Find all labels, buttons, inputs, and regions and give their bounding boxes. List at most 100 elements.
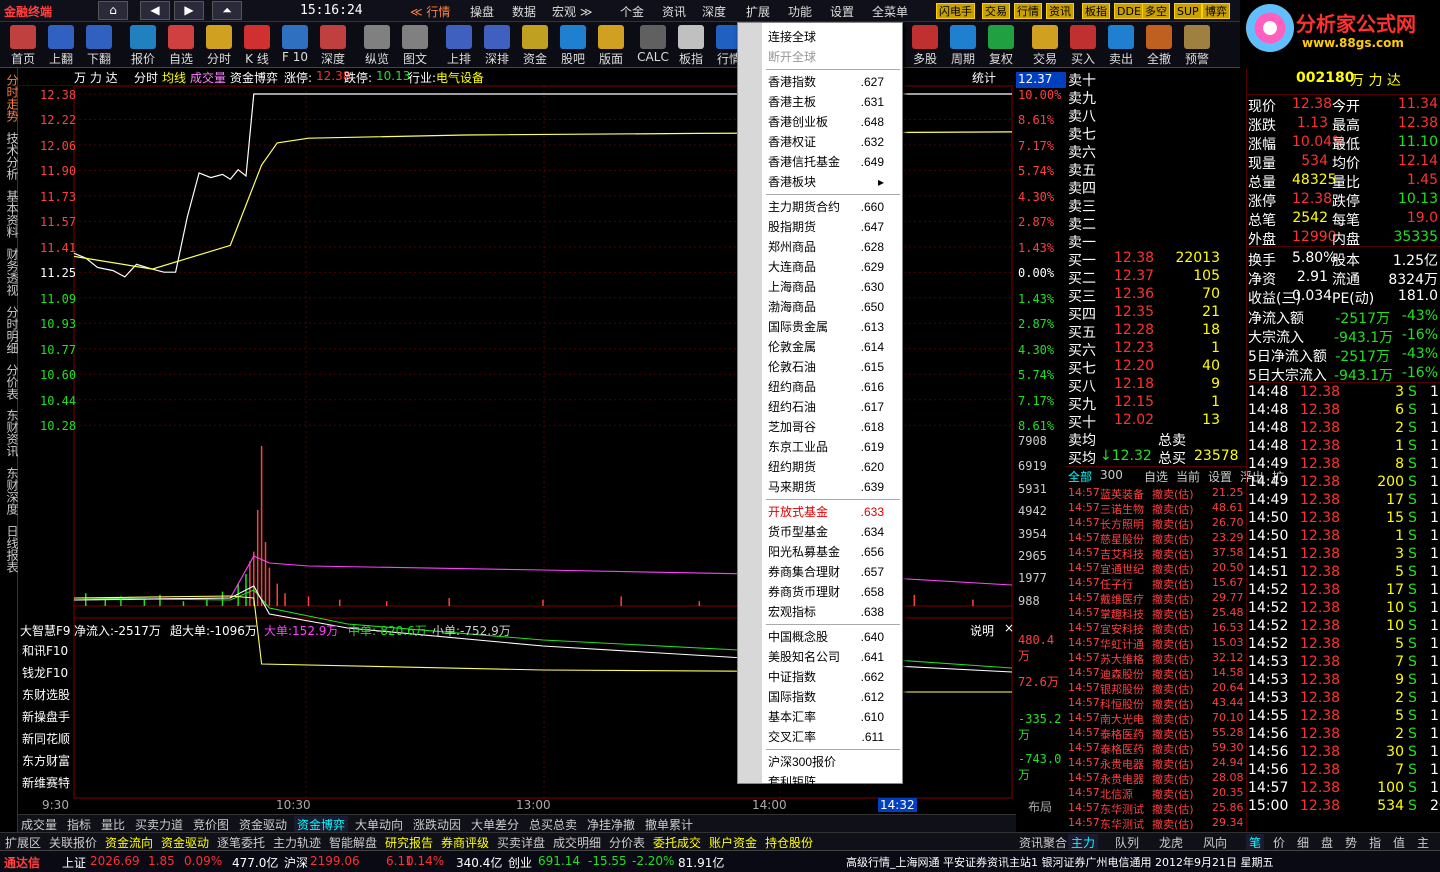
menu-item[interactable]: 纽约石油 .617 <box>768 397 898 417</box>
news-n[interactable]: 长方照明 <box>1100 516 1144 532</box>
toolbar-button[interactable]: 自选 <box>162 22 200 68</box>
stat-button[interactable]: 统计 <box>972 69 996 86</box>
toolbar-button[interactable]: 首页 <box>4 22 42 68</box>
tick-tab[interactable]: 势 <box>1342 834 1360 851</box>
toolbar-button[interactable]: 股吧 <box>554 22 592 68</box>
news-n[interactable]: 吉艾科技 <box>1100 546 1144 562</box>
menu-item[interactable]: 香港主板 .631 <box>768 92 898 112</box>
menu-item[interactable]: 券商货币理财 .658 <box>768 582 898 602</box>
toolbar-button[interactable]: 图文 <box>396 22 434 68</box>
left-link[interactable]: 东方财富 <box>22 752 70 769</box>
toolbar-button[interactable]: 上翻 <box>42 22 80 68</box>
toolbar-button[interactable]: 资金 <box>516 22 554 68</box>
extension-tab[interactable]: 账户资金 <box>706 834 760 851</box>
side-tab[interactable]: 东财资讯 <box>0 409 19 457</box>
menu-item[interactable]: 中国概念股 .640 <box>768 627 898 647</box>
toolbar-button[interactable]: 板指 <box>672 22 710 68</box>
quick-button[interactable]: 资讯 <box>1046 3 1074 19</box>
toolbar-button[interactable]: 周期 <box>944 22 982 68</box>
up-button[interactable]: ⏶ <box>212 1 242 20</box>
menu-item[interactable]: 基本汇率 .610 <box>768 707 898 727</box>
tick-tab[interactable]: 指 <box>1366 834 1384 851</box>
news-tab[interactable]: 自选 <box>1144 468 1168 485</box>
toolbar-button[interactable]: 上排 <box>440 22 478 68</box>
close-icon[interactable]: × <box>1004 621 1014 635</box>
quick-button[interactable]: 板指 <box>1082 3 1110 19</box>
extension-tab[interactable]: 分价表 <box>606 834 648 851</box>
side-tab[interactable]: 技术分析 <box>0 132 19 180</box>
top-menu-item[interactable]: ≪ 行情 <box>410 3 450 20</box>
indicator-tab[interactable]: 大单差分 <box>468 816 522 833</box>
menu-item[interactable]: 纽约商品 .616 <box>768 377 898 397</box>
extension-tab[interactable]: 买卖详盘 <box>494 834 548 851</box>
indicator-tab[interactable]: 净挂净撤 <box>584 816 638 833</box>
indicator-tab[interactable]: 大单动向 <box>352 816 406 833</box>
news-tab[interactable]: 设置 <box>1208 468 1232 485</box>
indicator-tab[interactable]: 竞价图 <box>190 816 232 833</box>
toolbar-button[interactable]: 复权 <box>982 22 1020 68</box>
menu-item[interactable]: 阳光私募基金 .656 <box>768 542 898 562</box>
left-link[interactable]: 新操盘手 <box>22 708 70 725</box>
indicator-tab[interactable]: 成交量 <box>18 816 60 833</box>
home-button[interactable]: ⌂ <box>98 1 128 20</box>
vol-label[interactable]: 成交量 <box>190 69 226 86</box>
top-menu-item[interactable]: 个金 <box>620 3 644 20</box>
tick-tab[interactable]: 细 <box>1294 834 1312 851</box>
quick-button[interactable]: 博弈 <box>1202 3 1230 19</box>
news-n[interactable]: 南大光电 <box>1100 711 1144 727</box>
toolbar-button[interactable]: 预警 <box>1178 22 1216 68</box>
quick-button[interactable]: 闪电手 <box>936 3 975 19</box>
back-button[interactable]: ◀ <box>140 1 170 20</box>
news-n[interactable]: 戴维医疗 <box>1100 591 1144 607</box>
menu-item[interactable]: 股指期货 .647 <box>768 217 898 237</box>
top-menu-item[interactable]: 全菜单 <box>872 3 908 20</box>
news-n[interactable]: 泰格医药 <box>1100 741 1144 757</box>
indicator-tab[interactable]: 指标 <box>64 816 94 833</box>
toolbar-button[interactable]: 深度 <box>314 22 352 68</box>
news-n[interactable]: 科恒股份 <box>1100 696 1144 712</box>
quick-button[interactable]: 多空 <box>1142 3 1170 19</box>
extension-tab[interactable]: 研究报告 <box>382 834 436 851</box>
news-tab[interactable]: 当前 <box>1176 468 1200 485</box>
news-n[interactable]: 慈星股份 <box>1100 531 1144 547</box>
quick-button[interactable]: 交易 <box>982 3 1010 19</box>
menu-item[interactable]: 马来期货 .639 <box>768 477 898 497</box>
toolbar-button[interactable]: F 10 <box>276 22 314 68</box>
news-n[interactable]: 任子行 <box>1100 576 1133 592</box>
x-axis-label[interactable]: 布局 <box>1028 798 1052 815</box>
mode-label[interactable]: 分时 <box>134 69 158 86</box>
quick-button[interactable]: DDE <box>1114 3 1144 19</box>
news-n[interactable]: 苏大维格 <box>1100 651 1144 667</box>
toolbar-button[interactable]: 分时 <box>200 22 238 68</box>
toolbar-button[interactable]: 纵览 <box>358 22 396 68</box>
menu-item[interactable]: 上海商品 .630 <box>768 277 898 297</box>
toolbar-button[interactable]: 深排 <box>478 22 516 68</box>
menu-item[interactable]: 香港信托基金 .649 <box>768 152 898 172</box>
left-link[interactable]: 新同花顺 <box>22 730 70 747</box>
menu-item[interactable]: 套利矩阵 <box>768 772 898 792</box>
news-tab[interactable]: 300 <box>1100 468 1123 482</box>
extension-tab[interactable]: 委托成交 <box>650 834 704 851</box>
news-n[interactable]: 掌趣科技 <box>1100 606 1144 622</box>
menu-item[interactable]: 渤海商品 .650 <box>768 297 898 317</box>
indicator-tab[interactable]: 撤单累计 <box>642 816 696 833</box>
news-tab[interactable]: 全部 <box>1068 468 1092 485</box>
right-tab[interactable]: 队列 <box>1112 834 1142 851</box>
side-tab[interactable]: 日线报表 <box>0 525 19 573</box>
menu-item[interactable]: 美股知名公司 .641 <box>768 647 898 667</box>
menu-item[interactable]: 东京工业品 .619 <box>768 437 898 457</box>
tick-tab[interactable]: 值 <box>1390 834 1408 851</box>
menu-item[interactable]: 沪深300报价 <box>768 752 898 772</box>
quick-button[interactable]: 行情 <box>1014 3 1042 19</box>
right-tab[interactable]: 主力 <box>1068 834 1099 851</box>
news-n[interactable]: 华虹计通 <box>1100 636 1144 652</box>
menu-item[interactable]: 郑州商品 .628 <box>768 237 898 257</box>
menu-item[interactable]: 交叉汇率 .611 <box>768 727 898 747</box>
toolbar-button[interactable]: 全撤 <box>1140 22 1178 68</box>
indicator-tab[interactable]: 资金博弈 <box>294 816 349 833</box>
news-n[interactable]: 永贵电器 <box>1100 756 1144 772</box>
menu-item[interactable]: 主力期货合约 .660 <box>768 197 898 217</box>
tick-tab[interactable]: 主 <box>1414 834 1432 851</box>
top-menu-item[interactable]: 数据 <box>512 3 536 20</box>
side-tab[interactable]: 财务透视 <box>0 248 19 296</box>
